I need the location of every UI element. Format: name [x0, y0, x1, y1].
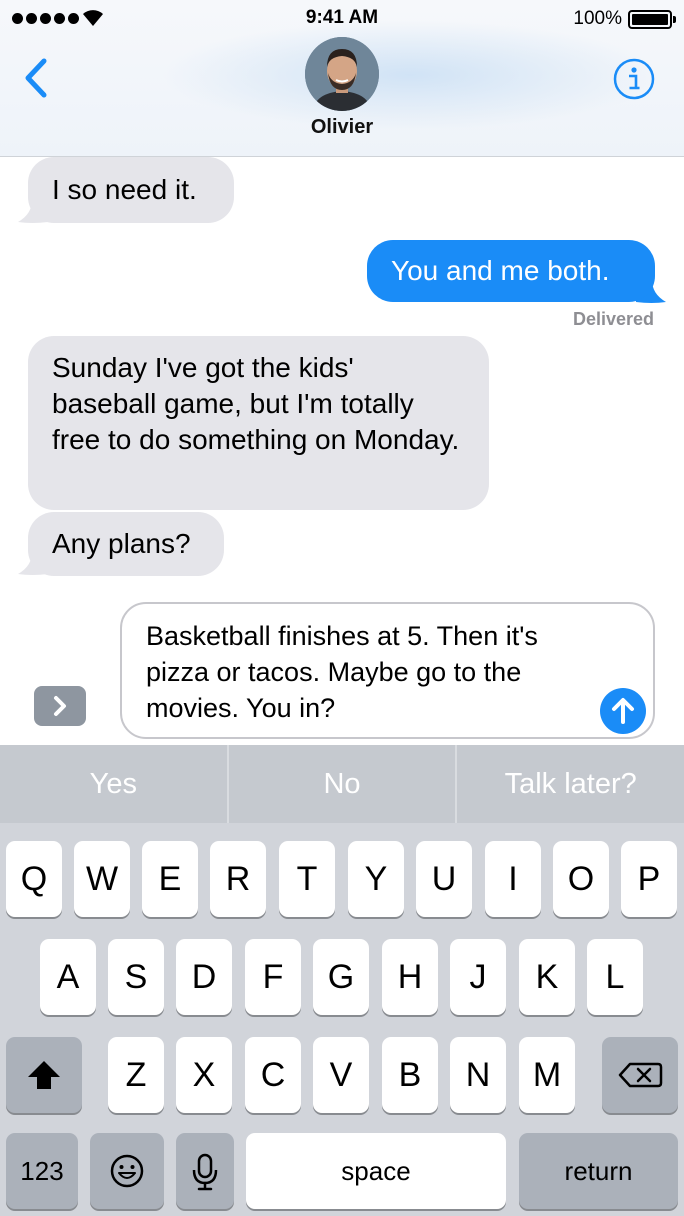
contact-name[interactable]: Olivier — [0, 116, 684, 139]
key-y[interactable]: Y — [348, 841, 404, 917]
key-r[interactable]: R — [210, 841, 266, 917]
chevron-right-icon — [54, 696, 66, 716]
key-t[interactable]: T — [279, 841, 335, 917]
predictive-bar: Yes No Talk later? — [0, 745, 684, 823]
keyboard: Yes No Talk later? Q W E R T Y U I O P A… — [0, 745, 684, 1216]
message-input[interactable]: Basketball finishes at 5. Then it's pizz… — [120, 602, 655, 739]
emoji-key[interactable] — [90, 1133, 164, 1209]
key-l[interactable]: L — [587, 939, 643, 1015]
battery-percent: 100% — [573, 8, 622, 29]
contact-avatar[interactable] — [305, 37, 379, 111]
key-q[interactable]: Q — [6, 841, 62, 917]
key-b[interactable]: B — [382, 1037, 438, 1113]
key-u[interactable]: U — [416, 841, 472, 917]
key-a[interactable]: A — [40, 939, 96, 1015]
key-c[interactable]: C — [245, 1037, 301, 1113]
delivered-status: Delivered — [572, 309, 654, 329]
key-g[interactable]: G — [313, 939, 369, 1015]
microphone-icon — [192, 1153, 218, 1191]
message-bubble-incoming[interactable]: I so need it. — [28, 157, 234, 223]
emoji-icon — [110, 1154, 144, 1188]
key-x[interactable]: X — [176, 1037, 232, 1113]
key-v[interactable]: V — [313, 1037, 369, 1113]
key-h[interactable]: H — [382, 939, 438, 1015]
shift-icon — [28, 1061, 60, 1089]
key-k[interactable]: K — [519, 939, 575, 1015]
space-key[interactable]: space — [246, 1133, 506, 1209]
numbers-key[interactable]: 123 — [6, 1133, 78, 1209]
key-z[interactable]: Z — [108, 1037, 164, 1113]
key-i[interactable]: I — [485, 841, 541, 917]
delete-key[interactable] — [602, 1037, 678, 1113]
status-bar: 9:41 AM 100% — [0, 0, 684, 40]
shift-key[interactable] — [6, 1037, 82, 1113]
key-w[interactable]: W — [74, 841, 130, 917]
message-bubble-incoming[interactable]: Any plans? — [28, 512, 224, 576]
key-o[interactable]: O — [553, 841, 609, 917]
backspace-icon — [618, 1062, 663, 1088]
key-j[interactable]: J — [450, 939, 506, 1015]
key-s[interactable]: S — [108, 939, 164, 1015]
message-bubble-outgoing[interactable]: You and me both. — [367, 240, 655, 302]
prediction-yes[interactable]: Yes — [0, 745, 229, 823]
key-d[interactable]: D — [176, 939, 232, 1015]
key-f[interactable]: F — [245, 939, 301, 1015]
key-e[interactable]: E — [142, 841, 198, 917]
back-chevron-icon[interactable] — [18, 55, 54, 101]
key-m[interactable]: M — [519, 1037, 575, 1113]
app-drawer-button[interactable] — [34, 686, 86, 726]
message-bubble-incoming[interactable]: Sunday I've got the kids' baseball game,… — [28, 336, 489, 510]
info-icon[interactable] — [612, 57, 656, 101]
key-p[interactable]: P — [621, 841, 677, 917]
send-button[interactable] — [600, 688, 646, 734]
prediction-talk-later[interactable]: Talk later? — [457, 745, 684, 823]
arrow-up-icon — [612, 698, 634, 724]
key-n[interactable]: N — [450, 1037, 506, 1113]
dictation-key[interactable] — [176, 1133, 234, 1209]
return-key[interactable]: return — [519, 1133, 678, 1209]
message-input-text: Basketball finishes at 5. Then it's pizz… — [146, 621, 538, 723]
prediction-no[interactable]: No — [229, 745, 458, 823]
battery-icon — [628, 10, 676, 29]
